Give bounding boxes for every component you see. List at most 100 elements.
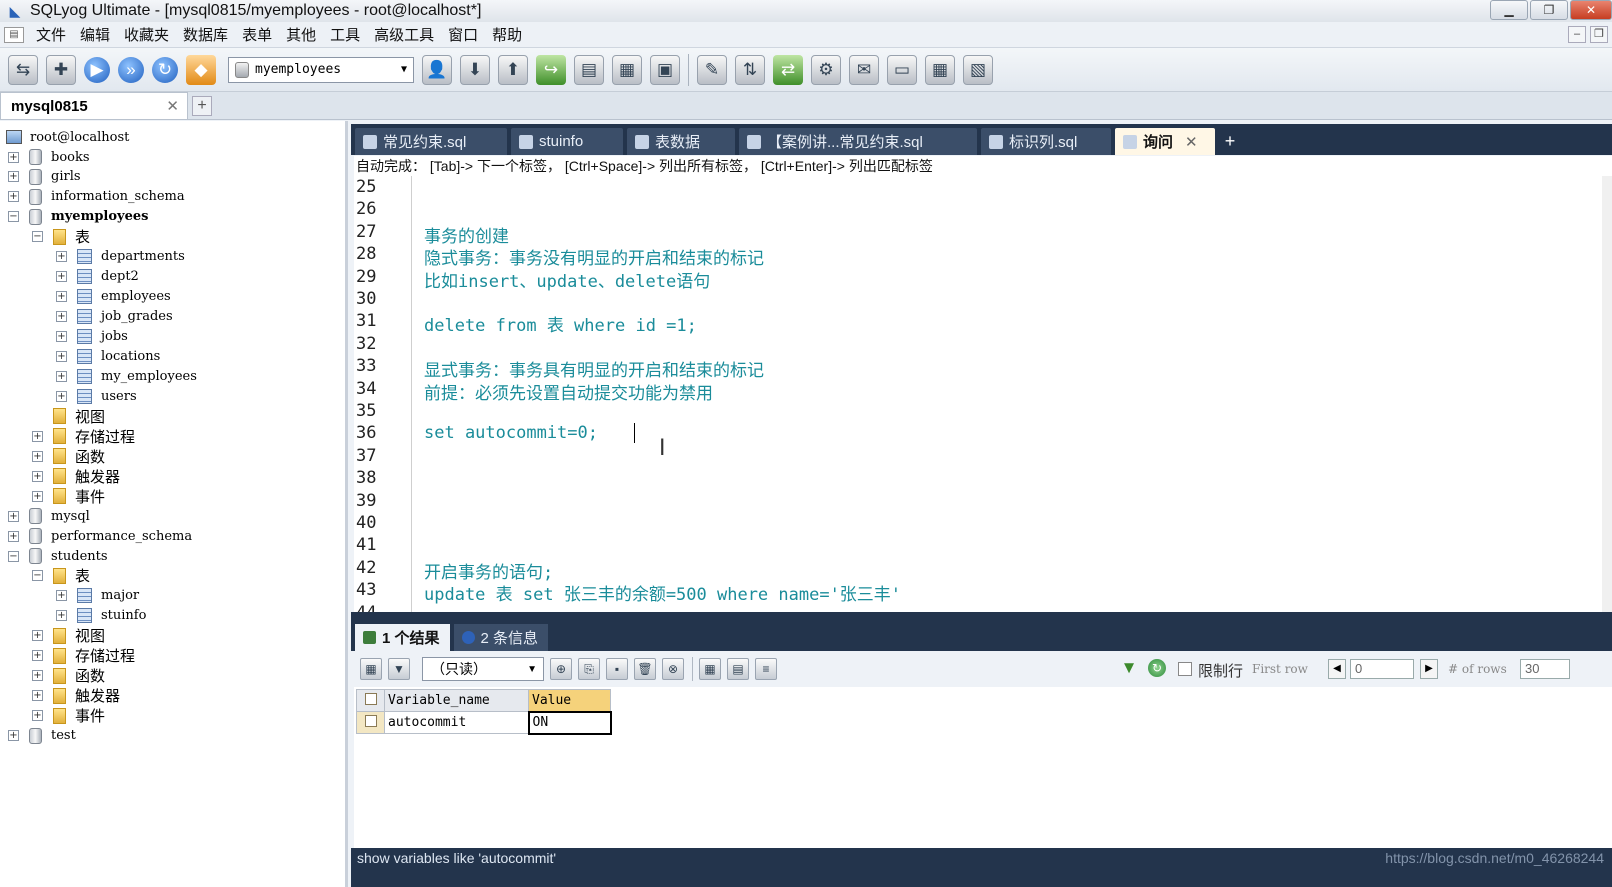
- report-icon[interactable]: ▭: [887, 54, 917, 85]
- delete-icon[interactable]: 🗑: [634, 658, 656, 680]
- query-tab[interactable]: 常见约束.sql: [355, 128, 507, 155]
- tree-item-table[interactable]: + users: [56, 386, 137, 406]
- tree-item-folder[interactable]: − 表: [32, 227, 90, 247]
- query-tab[interactable]: 表数据: [627, 128, 735, 155]
- duplicate-row-icon[interactable]: ⎘: [578, 658, 600, 680]
- next-page-button[interactable]: ▶: [1420, 659, 1438, 679]
- tree-item-folder[interactable]: + 函数: [32, 666, 105, 686]
- code-line[interactable]: delete from 表 where id =1;: [424, 311, 697, 336]
- expand-icon[interactable]: +: [32, 710, 43, 722]
- column-header-variable-name[interactable]: Variable_name: [384, 689, 529, 712]
- code-line[interactable]: 显式事务：事务具有明显的开启和结束的标记: [424, 356, 764, 381]
- tree-root[interactable]: root@localhost: [6, 127, 129, 147]
- layout-icon[interactable]: ▧: [963, 54, 993, 85]
- editor-result-splitter[interactable]: [351, 612, 1612, 621]
- read-only-select[interactable]: （只读） ▼: [422, 657, 544, 681]
- checkbox-icon[interactable]: [364, 692, 377, 705]
- query-tab[interactable]: 【案例讲...常见约束.sql: [739, 128, 977, 155]
- grid-view-icon[interactable]: ▦: [699, 658, 721, 680]
- menu-edit[interactable]: 编辑: [80, 24, 110, 45]
- tree-item-table[interactable]: + job_grades: [56, 307, 173, 327]
- code-line[interactable]: set autocommit=0;: [424, 423, 598, 443]
- previous-page-button[interactable]: ◀: [1328, 659, 1346, 679]
- tree-item-folder[interactable]: + 函数: [32, 446, 105, 466]
- limit-rows-checkbox[interactable]: [1178, 662, 1192, 676]
- expand-icon[interactable]: +: [56, 390, 67, 402]
- close-icon[interactable]: ✕: [1185, 133, 1198, 151]
- expand-icon[interactable]: +: [8, 530, 19, 542]
- tab-messages[interactable]: 2 条信息: [453, 624, 549, 651]
- insert-row-icon[interactable]: ⊕: [550, 658, 572, 680]
- data-sync-icon[interactable]: ⇄: [773, 54, 803, 85]
- tree-item-table[interactable]: + locations: [56, 347, 160, 367]
- form-view-icon[interactable]: ▤: [727, 658, 749, 680]
- expand-icon[interactable]: +: [32, 670, 43, 682]
- menu-database[interactable]: 数据库: [183, 24, 228, 45]
- expand-icon[interactable]: +: [8, 191, 19, 203]
- expand-icon[interactable]: +: [56, 370, 67, 382]
- query-tab[interactable]: stuinfo: [511, 128, 623, 155]
- code-line[interactable]: 隐式事务：事务没有明显的开启和结束的标记: [424, 244, 764, 269]
- execute-query-icon[interactable]: ▶: [84, 56, 110, 83]
- tab-connection-mysql0815[interactable]: mysql0815 ✕: [0, 92, 188, 119]
- tree-item-folder[interactable]: − 表: [32, 566, 90, 586]
- code-line[interactable]: 事务的创建: [424, 222, 509, 247]
- schema-designer-icon[interactable]: ◆: [186, 54, 216, 85]
- refresh-icon[interactable]: ↻: [152, 56, 178, 83]
- query-tab[interactable]: 询问 ✕: [1115, 128, 1215, 155]
- database-selector[interactable]: myemployees ▼: [228, 56, 414, 83]
- tree-item-table[interactable]: + my_employees: [56, 366, 197, 386]
- restore-button[interactable]: ❐: [1530, 0, 1568, 20]
- tree-item-db[interactable]: + books: [8, 147, 90, 167]
- cancel-icon[interactable]: ⊗: [662, 658, 684, 680]
- job-agent-icon[interactable]: ⚙: [811, 54, 841, 85]
- query-tab[interactable]: 标识列.sql: [981, 128, 1111, 155]
- collapse-icon[interactable]: −: [32, 570, 43, 582]
- user-manager-icon[interactable]: 👤: [422, 54, 452, 85]
- expand-icon[interactable]: +: [56, 331, 67, 343]
- expand-icon[interactable]: +: [8, 730, 19, 742]
- first-row-input[interactable]: 0: [1350, 659, 1414, 679]
- mdi-restore-button[interactable]: ❐: [1590, 26, 1608, 43]
- tree-item-db[interactable]: + mysql: [8, 506, 90, 526]
- tree-item-folder[interactable]: 视图: [32, 406, 105, 426]
- rows-count-input[interactable]: 30: [1520, 659, 1570, 679]
- add-query-tab-button[interactable]: +: [1221, 132, 1239, 151]
- expand-icon[interactable]: +: [32, 630, 43, 642]
- code-line[interactable]: 前提：必须先设置自动提交功能为禁用: [424, 379, 713, 404]
- text-view-icon[interactable]: ≡: [755, 658, 777, 680]
- expand-icon[interactable]: +: [32, 430, 43, 442]
- tree-item-table[interactable]: + employees: [56, 287, 171, 307]
- query-builder-icon[interactable]: ▣: [650, 54, 680, 85]
- expand-icon[interactable]: +: [56, 291, 67, 303]
- filter-icon[interactable]: ▼: [1120, 659, 1138, 677]
- connect-icon[interactable]: ⇆: [8, 54, 38, 85]
- collapse-icon[interactable]: −: [32, 231, 43, 243]
- code-line[interactable]: 比如insert、update、delete语句: [424, 267, 710, 292]
- expand-icon[interactable]: +: [8, 151, 19, 163]
- refresh-icon[interactable]: ↻: [1148, 659, 1166, 677]
- execute-all-icon[interactable]: »: [118, 56, 144, 83]
- tree-item-db[interactable]: − myemployees: [8, 207, 148, 227]
- copy-icon[interactable]: ▼: [388, 658, 410, 680]
- expand-icon[interactable]: +: [56, 271, 67, 283]
- table-data-icon[interactable]: ▦: [612, 54, 642, 85]
- expand-icon[interactable]: +: [56, 351, 67, 362]
- code-line[interactable]: 开启事务的语句;: [424, 558, 553, 583]
- tree-item-db[interactable]: − students: [8, 546, 108, 566]
- expand-icon[interactable]: +: [56, 610, 67, 622]
- add-connection-button[interactable]: +: [192, 96, 212, 116]
- grid-export-icon[interactable]: ▦: [360, 658, 382, 680]
- save-icon[interactable]: ▪: [606, 658, 628, 680]
- tree-item-folder[interactable]: + 视图: [32, 626, 105, 646]
- tree-item-table[interactable]: + dept2: [56, 267, 139, 287]
- expand-icon[interactable]: +: [56, 311, 67, 323]
- schema-sync-icon[interactable]: ⇅: [735, 54, 765, 85]
- menu-favorites[interactable]: 收藏夹: [124, 24, 169, 45]
- cell-variable-name[interactable]: autocommit: [384, 711, 529, 734]
- expand-icon[interactable]: +: [32, 690, 43, 702]
- tab-result[interactable]: 1 个结果: [355, 624, 450, 651]
- tree-item-folder[interactable]: + 触发器: [32, 686, 120, 706]
- expand-icon[interactable]: +: [32, 470, 43, 482]
- tree-item-table[interactable]: + departments: [56, 247, 185, 267]
